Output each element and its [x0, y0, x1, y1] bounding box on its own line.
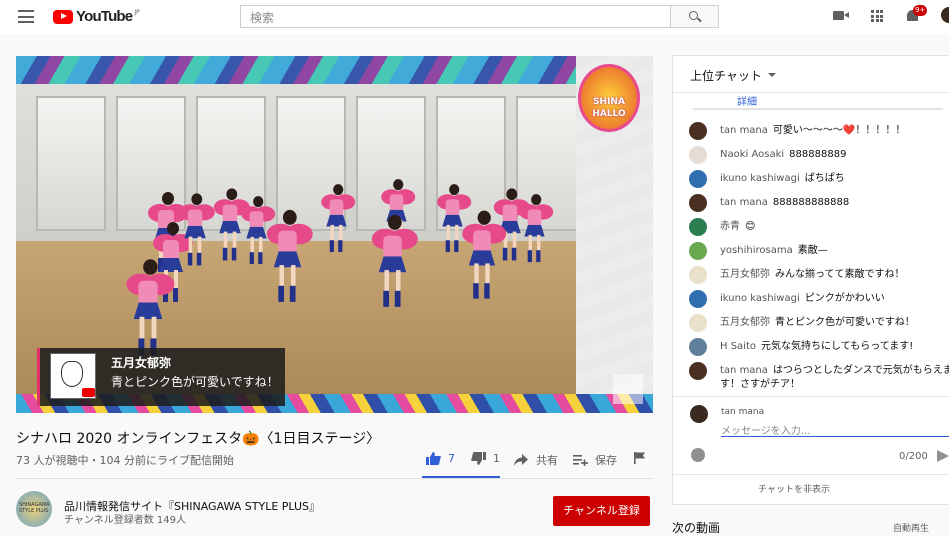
composer-avatar	[690, 405, 708, 423]
thumbs-down-icon	[471, 452, 486, 465]
live-chat-panel: 上位チャット 詳細 tan mana 可愛い〜〜〜〜❤️！！！！！ Naoki Ao…	[672, 55, 949, 505]
video-top-banner	[16, 56, 653, 84]
chat-author-avatar[interactable]	[689, 314, 707, 332]
chat-author-name[interactable]: tan mana	[720, 197, 768, 208]
dislike-count: 1	[493, 452, 500, 465]
chat-caption-overlay: 五月女郁弥 青とピンク色が可愛いですね！	[37, 348, 285, 406]
chat-author-avatar[interactable]	[689, 290, 707, 308]
subscribe-button[interactable]: チャンネル登録	[553, 496, 650, 526]
chat-message-input[interactable]: メッセージを入力...	[721, 422, 949, 437]
account-avatar[interactable]	[941, 7, 949, 23]
send-icon[interactable]	[937, 450, 949, 462]
logo-region: JP	[134, 9, 140, 16]
top-bar: YouTube JP 検索 9+	[0, 0, 949, 34]
chat-message-text: みんな揃ってて素敵ですね！	[775, 269, 905, 280]
youtube-icon	[82, 388, 95, 397]
chat-author-name[interactable]: tan mana	[720, 365, 768, 376]
chat-mode-dropdown[interactable]: 上位チャット	[690, 67, 762, 84]
channel-watermark	[613, 374, 643, 404]
report-button[interactable]	[634, 452, 645, 464]
chat-author-name[interactable]: ikuno kashiwagi	[720, 293, 800, 304]
chat-message-text: 元気な気持ちにしてもらってます!	[761, 341, 914, 352]
chat-author-avatar[interactable]	[689, 218, 707, 236]
logo-text: YouTube	[76, 8, 133, 25]
chat-author-name[interactable]: 赤青	[720, 221, 740, 232]
video-title: シナハロ 2020 オンラインフェスタ🎃〈1日目ステージ〉	[16, 431, 381, 447]
caption-avatar	[50, 353, 96, 399]
shinahallo-logo: SHINA HALLO	[578, 64, 640, 132]
channel-avatar[interactable]: SHINAGAWA STYLE PLUS	[16, 491, 52, 527]
dislike-button[interactable]: 1	[471, 452, 500, 465]
chat-message-text: 😊	[745, 221, 756, 232]
apps-icon[interactable]	[871, 10, 883, 22]
chat-author-avatar[interactable]	[689, 338, 707, 356]
share-icon	[514, 454, 528, 466]
video-meta: 73 人が視聴中・104 分前にライブ配信開始	[16, 454, 234, 467]
chat-author-name[interactable]: H Saito	[720, 341, 756, 352]
chat-author-avatar[interactable]	[689, 146, 707, 164]
chat-author-name[interactable]: 五月女郁弥	[720, 269, 770, 280]
caption-name: 五月女郁弥	[111, 356, 172, 370]
composer-name: tan mana	[721, 407, 765, 417]
channel-subscribers: チャンネル登録者数 149人	[64, 515, 186, 526]
chat-message-text: 可愛い〜〜〜〜❤️！！！！！	[772, 125, 906, 136]
hide-chat-button[interactable]: チャットを非表示	[673, 474, 949, 504]
pinned-banner: 詳細	[673, 93, 949, 110]
chat-author-name[interactable]: 五月女郁弥	[720, 317, 770, 328]
notification-badge: 9+	[913, 5, 928, 16]
youtube-play-icon	[53, 9, 73, 24]
chat-message-text: ぱちぱち	[804, 173, 845, 184]
char-count: 0/200	[899, 451, 928, 462]
autoplay-label: 自動再生	[893, 524, 930, 534]
search-input[interactable]: 検索	[240, 5, 671, 28]
share-button[interactable]: 共有	[514, 452, 558, 468]
chat-author-name[interactable]: tan mana	[720, 125, 768, 136]
thumbs-up-icon	[426, 452, 441, 465]
chat-composer: tan mana メッセージを入力... 0/200	[673, 396, 949, 486]
emoji-icon[interactable]	[691, 448, 705, 462]
pinned-details-link[interactable]: 詳細	[737, 93, 757, 108]
save-label: 保存	[595, 454, 617, 467]
chevron-down-icon[interactable]	[768, 73, 776, 77]
caption-message: 青とピンク色が可愛いですね！	[111, 375, 279, 389]
chat-header: 上位チャット	[673, 56, 949, 93]
chat-author-name[interactable]: Naoki Aosaki	[720, 149, 784, 160]
video-player[interactable]: SHINA HALLO 五月女郁弥 青とピンク色が可愛いですね！	[16, 56, 653, 413]
chat-author-avatar[interactable]	[689, 122, 707, 140]
youtube-logo[interactable]: YouTube JP	[53, 8, 140, 25]
playlist-add-icon	[573, 455, 588, 466]
like-count: 7	[448, 452, 455, 465]
chat-author-avatar[interactable]	[689, 242, 707, 260]
flag-icon	[634, 452, 645, 464]
up-next-label: 次の動画	[672, 521, 721, 535]
chat-author-name[interactable]: ikuno kashiwagi	[720, 173, 800, 184]
chat-author-avatar[interactable]	[689, 362, 707, 380]
menu-icon[interactable]	[18, 10, 34, 23]
create-video-icon[interactable]	[833, 11, 849, 20]
search-button[interactable]	[671, 5, 719, 28]
chat-message-text: 888888888888	[772, 197, 850, 208]
like-button[interactable]: 7	[426, 452, 455, 465]
chat-message-text: 888888889	[789, 149, 847, 160]
chat-message-text: 青とピンク色が可愛いですね！	[775, 317, 915, 328]
save-button[interactable]: 保存	[573, 452, 617, 468]
chat-author-avatar[interactable]	[689, 266, 707, 284]
chat-author-name[interactable]: yoshihirosama	[720, 245, 793, 256]
chat-author-avatar[interactable]	[689, 170, 707, 188]
chat-author-avatar[interactable]	[689, 194, 707, 212]
chat-message-text: ピンクがかわいい	[804, 293, 885, 304]
chat-message-text: 素敵—	[797, 245, 828, 256]
share-label: 共有	[536, 454, 558, 467]
